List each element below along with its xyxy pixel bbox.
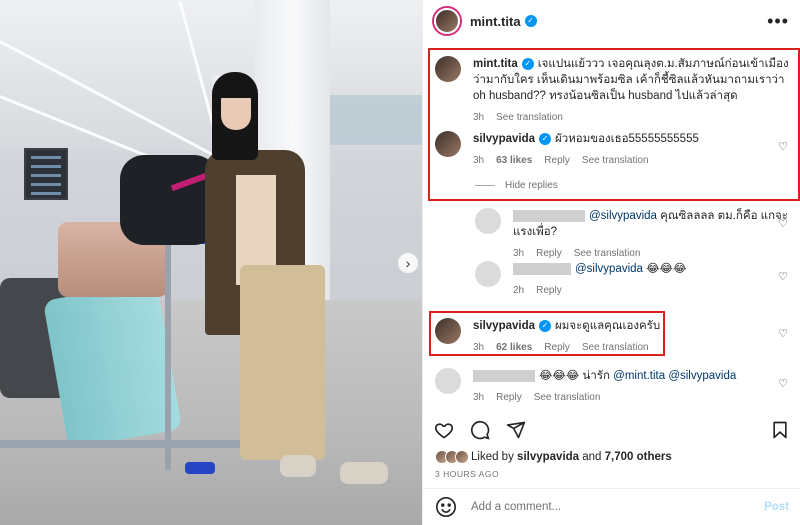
comment-text: ผัวหอมของเธอ55555555555 <box>555 133 699 145</box>
redacted-username <box>513 209 585 222</box>
see-translation-button[interactable]: See translation <box>496 110 563 126</box>
like-comment-heart-icon[interactable]: ♡ <box>777 141 789 153</box>
list-item: silvypavida ✓ ผัวหอมของเธอ55555555555 3h 6… <box>435 131 789 169</box>
post-button[interactable]: Post <box>764 501 789 513</box>
see-translation-button[interactable]: See translation <box>582 153 649 169</box>
comment-likes[interactable]: 62 likes <box>496 340 532 356</box>
comment-username[interactable]: silvypavida <box>473 320 535 332</box>
post-timestamp[interactable]: 3 HOURS AGO <box>435 469 499 479</box>
share-icon[interactable] <box>505 419 527 441</box>
post-header: mint.tita ✓ ••• <box>423 0 800 42</box>
add-comment-bar: Add a comment... Post <box>423 488 800 525</box>
bookmark-icon[interactable] <box>769 419 791 441</box>
avatar[interactable] <box>435 368 461 394</box>
shoe <box>340 462 388 484</box>
redacted-username <box>513 262 571 275</box>
see-translation-button[interactable]: See translation <box>574 246 641 262</box>
avatar[interactable] <box>434 8 460 34</box>
like-comment-heart-icon[interactable]: ♡ <box>777 218 789 230</box>
liker-avatars[interactable] <box>435 450 469 464</box>
reply-button[interactable]: Reply <box>544 340 570 356</box>
cart-frame <box>165 240 171 470</box>
next-image-button[interactable]: › <box>398 253 418 273</box>
mention-link[interactable]: @mint.tita <box>613 370 665 382</box>
comment-time: 3h <box>473 112 485 123</box>
like-comment-heart-icon[interactable]: ♡ <box>777 378 789 390</box>
likes-summary: Liked by silvypavida and 7,700 others <box>435 450 672 464</box>
like-comment-heart-icon[interactable]: ♡ <box>777 271 789 283</box>
post-photo[interactable]: › <box>0 0 422 525</box>
reply-button[interactable]: Reply <box>496 390 522 406</box>
comment-icon[interactable] <box>469 419 491 441</box>
chevron-right-icon: › <box>405 255 411 271</box>
comment-likes[interactable]: 63 likes <box>496 153 532 169</box>
smiley-icon[interactable] <box>435 496 457 518</box>
mention-link[interactable]: @silvypavida <box>575 263 643 275</box>
person-pants <box>240 265 325 460</box>
comments-list[interactable]: mint.tita ✓ เจแปนแย้ววว เจอคุณลุงต.ม.สัมภา… <box>423 42 800 412</box>
list-item: @silvypavida 😂😂😂 2h Reply ♡ <box>475 261 789 299</box>
divider-line <box>475 185 495 186</box>
like-heart-icon[interactable] <box>433 419 455 441</box>
avatar[interactable] <box>435 56 461 82</box>
avatar[interactable] <box>475 261 501 287</box>
comment-time: 2h <box>513 285 525 296</box>
mention-link[interactable]: @silvypavida <box>668 370 736 382</box>
shoe <box>280 455 316 477</box>
comment-time: 3h <box>473 155 485 166</box>
verified-badge-icon: ✓ <box>539 319 552 332</box>
reply-button[interactable]: Reply <box>536 246 562 262</box>
see-translation-button[interactable]: See translation <box>534 390 601 406</box>
verified-badge-icon: ✓ <box>539 132 552 145</box>
avatar[interactable] <box>435 318 461 344</box>
comment-text: 😂😂😂 <box>646 263 687 275</box>
action-bar <box>423 412 800 448</box>
cart-frame <box>0 440 240 448</box>
avatar[interactable] <box>435 131 461 157</box>
like-comment-heart-icon[interactable]: ♡ <box>777 328 789 340</box>
header-username[interactable]: mint.tita <box>470 14 521 29</box>
comment-username[interactable]: mint.tita <box>473 58 518 70</box>
cart-wheel-guard <box>185 462 215 474</box>
avatar[interactable] <box>475 208 501 234</box>
redacted-username <box>473 369 535 382</box>
comment-text: เจแปนแย้ววว เจอคุณลุงต.ม.สัมภาษณ์ก่อนเข้… <box>473 58 789 102</box>
likes-user[interactable]: silvypavida <box>517 451 579 463</box>
reply-button[interactable]: Reply <box>544 153 570 169</box>
comment-time: 3h <box>473 342 485 353</box>
comment-text: 😂😂😂 น่ารัก <box>539 370 610 382</box>
backpack <box>120 155 218 245</box>
hide-replies-label: Hide replies <box>505 180 558 191</box>
hide-replies-button[interactable]: Hide replies <box>475 180 558 191</box>
departure-board <box>24 148 68 200</box>
likes-others[interactable]: 7,700 others <box>605 451 672 463</box>
likes-middle: and <box>582 451 602 463</box>
see-translation-button[interactable]: See translation <box>582 340 649 356</box>
list-item: 😂😂😂 น่ารัก @mint.tita @silvypavida 3h Re… <box>435 368 789 406</box>
comment-input[interactable]: Add a comment... <box>471 501 764 513</box>
comment-time: 3h <box>513 248 525 259</box>
mention-link[interactable]: @silvypavida <box>589 210 657 222</box>
comment-time: 3h <box>473 392 485 403</box>
glass-railing <box>330 95 422 145</box>
list-item: mint.tita ✓ เจแปนแย้ววว เจอคุณลุงต.ม.สัมภา… <box>435 56 789 126</box>
comment-text: ผมจะดูแลคุณเองครับ <box>555 320 661 332</box>
reply-button[interactable]: Reply <box>536 283 562 299</box>
comment-username[interactable]: silvypavida <box>473 133 535 145</box>
verified-badge-icon: ✓ <box>521 57 534 70</box>
list-item: @silvypavida คุณซิลลลล ตม.ก็คือ แกจะแรงเ… <box>475 208 789 262</box>
verified-badge-icon: ✓ <box>524 15 537 27</box>
more-options-icon[interactable]: ••• <box>767 11 789 32</box>
post-panel: mint.tita ✓ ••• mint.tita ✓ เจแปนแย้ววว เจ… <box>422 0 800 525</box>
likes-prefix: Liked by <box>471 451 514 463</box>
list-item: silvypavida ✓ ผมจะดูแลคุณเองครับ 3h 62 lik… <box>435 318 789 356</box>
